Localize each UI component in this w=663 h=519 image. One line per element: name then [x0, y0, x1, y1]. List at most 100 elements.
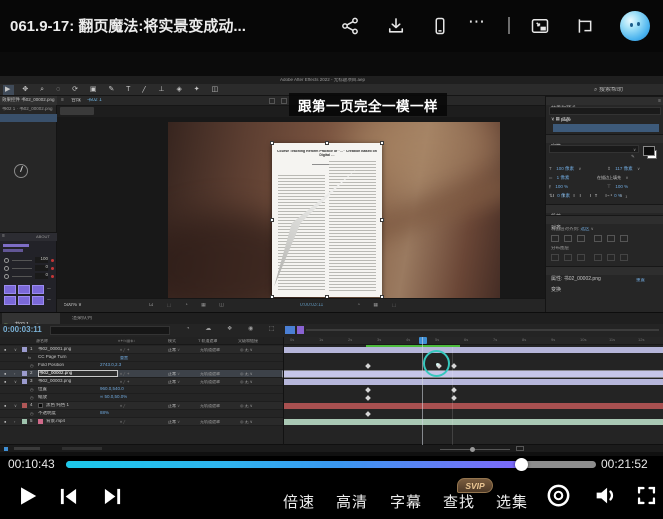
effect-row-cc-page-turn[interactable]: CC Page Turn 重置	[0, 114, 57, 122]
layer-name[interactable]: 书02_00001.png	[38, 347, 116, 352]
effects-item-cc-page-turn[interactable]: ▦ CC Page Turn	[553, 124, 659, 132]
effect-name[interactable]: CC Page Turn	[38, 355, 108, 360]
blend-mode-dropdown[interactable]: 正常 ∨	[168, 404, 180, 408]
column-source-name[interactable]: 源名称	[36, 339, 48, 343]
viewer-canvas[interactable]: Course Teaching Reform Practice of "…" C…	[57, 117, 545, 298]
angle-dial[interactable]	[14, 164, 28, 178]
expand-arrow-icon[interactable]: ∨	[14, 348, 17, 352]
property-row-position[interactable]: ◷ 位置 960.0,540.0	[0, 386, 283, 394]
layer-switches[interactable]: ♦ ╱	[120, 420, 126, 424]
stopwatch-icon[interactable]: ◷	[30, 364, 34, 368]
panel-menu-icon[interactable]: ≡	[61, 98, 64, 104]
timeline-timecode[interactable]: 0:00:03:11	[3, 326, 47, 335]
blend-mode-dropdown[interactable]: 正常 ∨	[168, 348, 180, 352]
ae-tool-icons[interactable]: ▶ ✥ ⌕ ◌ ⟳ ▣ ✎ T ╱ ⊥ ◈ ✦ ◫	[5, 86, 305, 94]
layer-bar-5-footage[interactable]	[283, 419, 663, 425]
anchor-grid-button-1[interactable]	[4, 285, 16, 294]
zoom-level-dropdown[interactable]: 500% ∨	[64, 303, 82, 309]
character-panel-header[interactable]: 字符	[546, 134, 663, 143]
layer-bar-2-selected[interactable]	[283, 371, 663, 377]
plugin-curve-icon-2[interactable]: 〜	[47, 298, 51, 302]
layer-bar-1[interactable]	[283, 347, 663, 353]
expand-arrow-icon[interactable]: ∨	[14, 404, 17, 408]
distribute-button-2[interactable]	[564, 254, 572, 261]
search-help-label[interactable]: ⌕ 搜索帮助	[594, 87, 623, 94]
layer-switches[interactable]: ♦ ╱ ✦	[120, 348, 130, 352]
property-name[interactable]: 缩放	[38, 395, 78, 400]
align-top-button[interactable]	[594, 235, 602, 242]
speed-button[interactable]: 倍速	[283, 491, 315, 512]
property-row-fold-position[interactable]: ◷ Fold Position 2743.0,2.3	[0, 362, 283, 370]
stopwatch-icon[interactable]: ◷	[30, 412, 34, 416]
viewer-option-button-2[interactable]	[281, 98, 287, 104]
anchor-grid-button-5[interactable]	[18, 296, 30, 305]
stopwatch-icon[interactable]: ◷	[30, 388, 34, 392]
viewer-render-icons[interactable]: ◔ ▦ ⬚	[357, 303, 402, 309]
slider-value[interactable]: 100	[35, 257, 48, 263]
slider-value[interactable]: 0	[35, 265, 48, 271]
distribute-button-4[interactable]	[594, 254, 602, 261]
slider-knob[interactable]	[4, 258, 9, 263]
distribute-button-3[interactable]	[577, 254, 585, 261]
layer-switches[interactable]: ♦ ╱	[120, 404, 126, 408]
layer-switches[interactable]: ♦ ╱ ✦	[120, 380, 130, 384]
properties-transform-row[interactable]: 变换 重置	[551, 278, 661, 296]
render-queue-tab[interactable]: 渲染队列	[72, 316, 112, 322]
label-color-chip[interactable]	[22, 347, 27, 352]
track-matte-dropdown[interactable]: 无轨道遮罩	[200, 348, 236, 352]
plugin-about-link[interactable]: ABOUT	[36, 235, 56, 239]
expand-arrow-icon[interactable]: ∨	[14, 380, 17, 384]
fullscreen-icon[interactable]	[636, 485, 657, 506]
mini-window-icon[interactable]	[574, 16, 594, 36]
status-blue-icon[interactable]	[4, 447, 8, 451]
slider-value[interactable]: 0	[35, 273, 48, 279]
layer-bar-3[interactable]	[283, 379, 663, 385]
timeline-comp-tab[interactable]: ◳ 书02 1 ≡	[2, 313, 60, 324]
align-left-button[interactable]	[551, 235, 559, 242]
parent-dropdown[interactable]: ◎ 无 ∨	[240, 348, 253, 352]
anchor-grid-button-6[interactable]	[32, 296, 44, 305]
comp-name-tab[interactable]: 书02 1	[87, 98, 102, 104]
label-color-chip[interactable]	[22, 419, 27, 424]
blend-mode-dropdown[interactable]: 正常 ∨	[168, 380, 180, 384]
timeline-zoom-knob[interactable]	[470, 447, 475, 452]
eye-icon[interactable]: ●	[4, 420, 6, 424]
selection-handle[interactable]	[270, 141, 274, 145]
mobile-play-icon[interactable]	[430, 16, 450, 36]
track-matte-dropdown[interactable]: 无轨道遮罩	[200, 404, 236, 408]
layer-row-2-selected[interactable]: ● › 2 书02_00002.png ♦ ╱ ✦ 正常 ∨ 无轨道遮罩 ◎ 无…	[0, 370, 283, 378]
timeline-search-box[interactable]: ⌕	[50, 326, 170, 335]
expand-arrow-icon[interactable]: ›	[14, 372, 15, 376]
track-matte-dropdown[interactable]: 无轨道遮罩	[200, 420, 236, 424]
layer-switches[interactable]: ♦ ╱ ✦	[120, 372, 130, 376]
effect-controls-tab[interactable]: 效果控件 书02_00002.png	[0, 96, 57, 105]
anchor-grid-button-4[interactable]	[4, 296, 16, 305]
effect-reset-link[interactable]: 重置	[120, 356, 128, 360]
playhead-handle[interactable]	[419, 337, 427, 344]
selection-handle[interactable]	[380, 295, 384, 298]
progress-track[interactable]	[66, 461, 596, 468]
property-name[interactable]: 位置	[38, 387, 78, 392]
time-navigator-start[interactable]	[285, 326, 295, 334]
property-value[interactable]: 2743.0,2.3	[100, 363, 121, 368]
parent-dropdown[interactable]: ◎ 无 ∨	[240, 372, 253, 376]
property-row-scale[interactable]: ◷ 缩放 ∞ 50.0,50.0%	[0, 394, 283, 402]
layer-row-5[interactable]: ● › 5 背景.mp4 ♦ ╱ 正常 ∨ 无轨道遮罩 ◎ 无 ∨	[0, 418, 283, 426]
paragraph-panel-header[interactable]: 段落	[546, 204, 663, 213]
panel-menu-icon[interactable]: ≡	[2, 234, 5, 240]
align-to-row[interactable]: 将图层对齐到: 选区 ∨	[551, 227, 661, 232]
keyframe[interactable]	[365, 387, 371, 393]
distribute-button-1[interactable]	[551, 254, 559, 261]
parent-dropdown[interactable]: ◎ 无 ∨	[240, 420, 253, 424]
layer-name[interactable]: 黑色 纯色 1	[46, 403, 116, 408]
selection-handle[interactable]	[270, 295, 274, 298]
panel-menu-icon[interactable]: ≡	[658, 99, 661, 105]
layer-row-1[interactable]: ● ∨ 1 书02_00001.png ♦ ╱ ✦ 正常 ∨ 无轨道遮罩 ◎ 无…	[0, 346, 283, 354]
previous-icon[interactable]	[58, 487, 79, 506]
parent-dropdown[interactable]: ◎ 无 ∨	[240, 380, 253, 384]
progress-thumb[interactable]	[515, 458, 528, 471]
anchor-grid-button-2[interactable]	[18, 285, 30, 294]
column-parent[interactable]: 父级和链接	[238, 339, 258, 343]
time-ruler[interactable]: 0s 1s 2s 3s 4s 5s 6s 7s 8s 9s 10s 11s 12…	[283, 337, 663, 345]
selection-handle[interactable]	[270, 218, 274, 222]
